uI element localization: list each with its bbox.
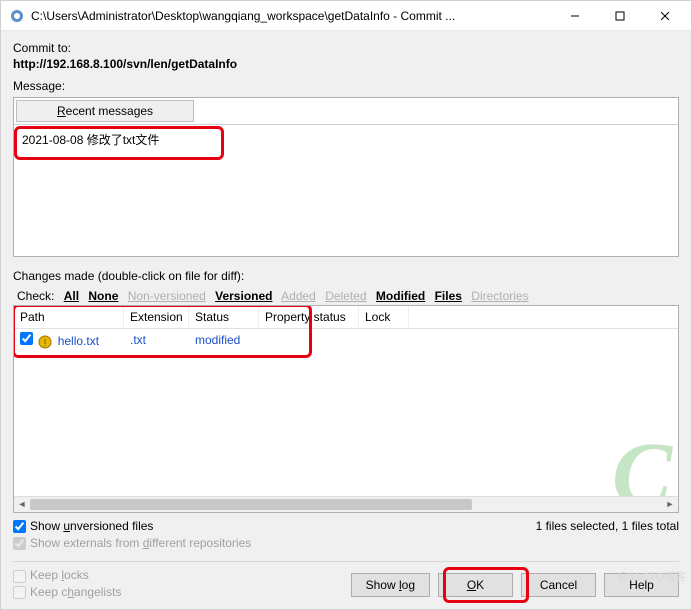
- show-options: Show unversioned files Show externals fr…: [13, 519, 251, 554]
- keep-options: Keep locks Keep changelists: [13, 568, 121, 601]
- below-grid-row: Show unversioned files Show externals fr…: [13, 519, 679, 554]
- scroll-right-icon[interactable]: ►: [662, 497, 678, 512]
- commit-url: http://192.168.8.100/svn/len/getDataInfo: [13, 57, 679, 71]
- keep-changelists-checkbox[interactable]: Keep changelists: [13, 585, 121, 599]
- filter-modified[interactable]: Modified: [376, 289, 425, 303]
- filter-added[interactable]: Added: [281, 289, 316, 303]
- recent-messages-button[interactable]: Recent messages: [16, 100, 194, 122]
- file-list: Path Extension Status Property status Lo…: [13, 305, 679, 513]
- close-button[interactable]: [642, 1, 687, 30]
- help-button[interactable]: Help: [604, 573, 679, 597]
- filter-nonversioned[interactable]: Non-versioned: [128, 289, 206, 303]
- commit-to-label: Commit to:: [13, 41, 679, 55]
- message-box: Recent messages 2021-08-08 修改了txt文件: [13, 97, 679, 257]
- col-extension[interactable]: Extension: [124, 306, 189, 328]
- ok-button[interactable]: OK: [438, 573, 513, 597]
- divider: [13, 561, 679, 562]
- show-unversioned-checkbox[interactable]: Show unversioned files: [13, 519, 251, 533]
- changes-label: Changes made (double-click on file for d…: [13, 269, 679, 283]
- titlebar: C:\Users\Administrator\Desktop\wangqiang…: [1, 1, 691, 31]
- col-path[interactable]: Path: [14, 306, 124, 328]
- scroll-thumb[interactable]: [30, 499, 472, 510]
- file-lock: [359, 337, 409, 343]
- col-property-status[interactable]: Property status: [259, 306, 359, 328]
- app-icon: [9, 8, 25, 24]
- cancel-button[interactable]: Cancel: [521, 573, 596, 597]
- filter-none[interactable]: None: [88, 289, 118, 303]
- dialog-buttons: Show log OK Cancel Help: [351, 573, 679, 597]
- scroll-left-icon[interactable]: ◄: [14, 497, 30, 512]
- show-externals-checkbox[interactable]: Show externals from different repositori…: [13, 536, 251, 550]
- selection-status: 1 files selected, 1 files total: [536, 519, 679, 533]
- file-path: hello.txt: [58, 334, 99, 348]
- filter-versioned[interactable]: Versioned: [215, 289, 272, 303]
- filter-files[interactable]: Files: [435, 289, 462, 303]
- filter-deleted[interactable]: Deleted: [325, 289, 366, 303]
- file-extension: .txt: [124, 330, 189, 350]
- message-textarea[interactable]: 2021-08-08 修改了txt文件: [14, 125, 678, 256]
- check-filter-row: Check: All None Non-versioned Versioned …: [13, 287, 679, 305]
- file-list-header: Path Extension Status Property status Lo…: [14, 306, 678, 329]
- filter-directories[interactable]: Directories: [471, 289, 528, 303]
- col-lock[interactable]: Lock: [359, 306, 409, 328]
- horizontal-scrollbar[interactable]: ◄ ►: [14, 496, 678, 512]
- file-property-status: [259, 337, 359, 343]
- file-row-checkbox[interactable]: [20, 332, 33, 345]
- minimize-button[interactable]: [552, 1, 597, 30]
- col-status[interactable]: Status: [189, 306, 259, 328]
- message-toolbar: Recent messages: [14, 98, 678, 125]
- commit-dialog: C:\Users\Administrator\Desktop\wangqiang…: [0, 0, 692, 610]
- dialog-body: Commit to: http://192.168.8.100/svn/len/…: [1, 31, 691, 609]
- window-controls: [552, 1, 687, 30]
- file-status: modified: [189, 330, 259, 350]
- show-log-button[interactable]: Show log: [351, 573, 430, 597]
- maximize-button[interactable]: [597, 1, 642, 30]
- keep-locks-checkbox[interactable]: Keep locks: [13, 568, 121, 582]
- svg-text:!: !: [44, 338, 47, 349]
- message-label: Message:: [13, 79, 679, 93]
- file-modified-icon: !: [38, 335, 52, 349]
- bottom-row: Keep locks Keep changelists Show log OK …: [13, 568, 679, 601]
- file-row[interactable]: ! hello.txt .txt modified: [14, 329, 678, 352]
- filter-all[interactable]: All: [64, 289, 79, 303]
- check-label: Check:: [17, 289, 54, 303]
- window-title: C:\Users\Administrator\Desktop\wangqiang…: [31, 9, 552, 23]
